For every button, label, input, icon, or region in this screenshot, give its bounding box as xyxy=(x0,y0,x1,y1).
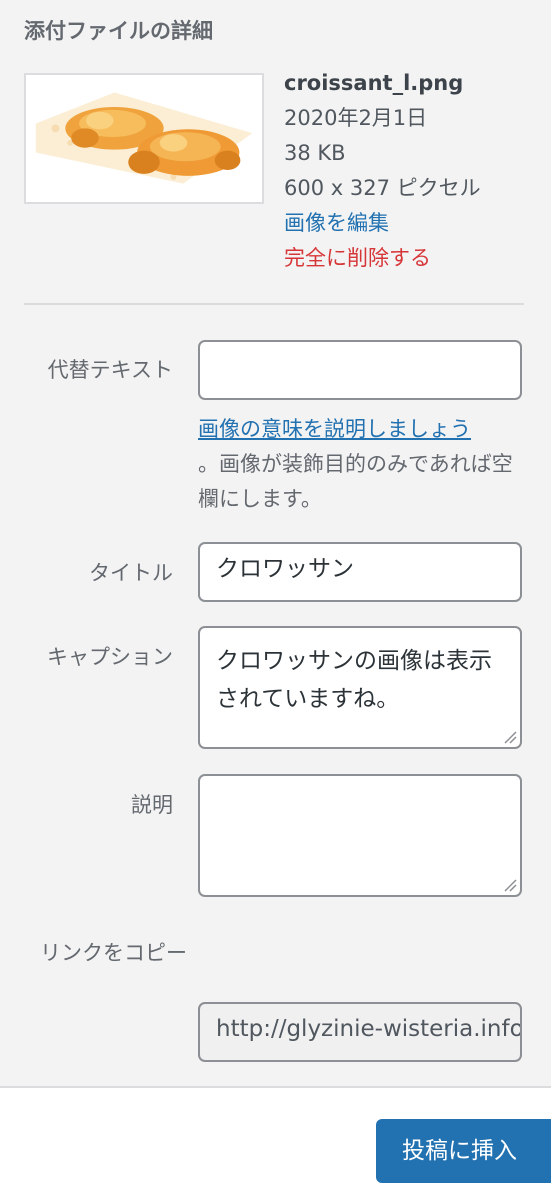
file-meta: croissant_l.png 2020年2月1日 38 KB 600 x 32… xyxy=(284,66,481,276)
upload-date: 2020年2月1日 xyxy=(284,106,428,130)
title-label: タイトル xyxy=(89,561,173,585)
alt-text-input[interactable] xyxy=(198,340,522,400)
toolbar-footer: 投稿に挿入 xyxy=(0,1086,551,1199)
alt-text-help-text: 。画像が装飾目的のみであれば空欄にします。 xyxy=(198,452,513,511)
image-dimensions: 600 x 327 ピクセル xyxy=(284,176,481,200)
copy-link-label: リンクをコピー xyxy=(40,941,187,965)
delete-permanently-link[interactable]: 完全に削除する xyxy=(284,241,481,276)
croissant-image xyxy=(35,92,253,184)
edit-image-link[interactable]: 画像を編集 xyxy=(284,206,481,241)
alt-text-help: 画像の意味を説明しましょう 。画像が装飾目的のみであれば空欄にします。 xyxy=(198,412,528,517)
description-label: 説明 xyxy=(131,793,173,817)
resize-handle-icon[interactable] xyxy=(503,730,517,744)
description-textarea[interactable] xyxy=(198,774,522,897)
caption-textarea[interactable]: クロワッサンの画像は表示されていますね。 xyxy=(198,626,522,749)
attachment-thumbnail[interactable] xyxy=(24,73,264,204)
file-name: croissant_l.png xyxy=(284,71,464,95)
divider xyxy=(24,303,524,305)
attachment-details-title: 添付ファイルの詳細 xyxy=(24,19,213,43)
resize-handle-icon[interactable] xyxy=(503,878,517,892)
caption-label: キャプション xyxy=(47,645,173,669)
copy-link-input[interactable]: http://glyzinie-wisteria.info xyxy=(198,1002,522,1062)
file-size: 38 KB xyxy=(284,141,346,165)
alt-text-help-link[interactable]: 画像の意味を説明しましょう xyxy=(198,417,471,441)
caption-text: クロワッサンの画像は表示されていますね。 xyxy=(216,648,492,712)
title-input[interactable]: クロワッサン xyxy=(198,542,522,602)
alt-text-label: 代替テキスト xyxy=(47,358,173,382)
insert-into-post-button[interactable]: 投稿に挿入 xyxy=(376,1119,551,1183)
